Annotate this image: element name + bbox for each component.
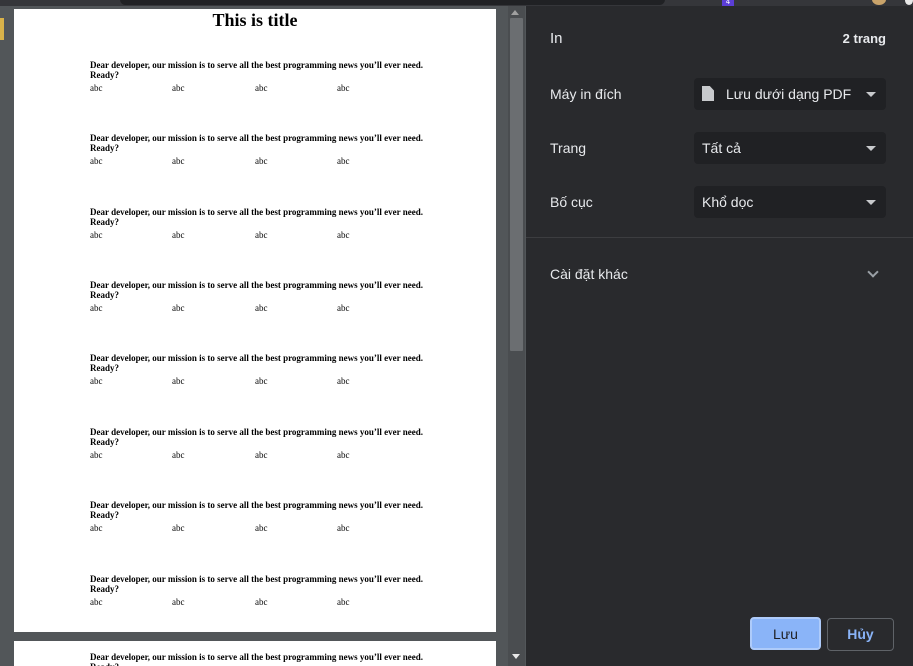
cell: abc: [90, 156, 103, 166]
message-text: Dear developer, our mission is to serve …: [90, 427, 423, 447]
pages-select[interactable]: Tất cả: [694, 132, 886, 164]
cell: abc: [255, 83, 268, 93]
content-block: Dear developer, our mission is to serve …: [90, 280, 430, 315]
cell: abc: [337, 156, 350, 166]
page-count: 2 trang: [842, 31, 886, 46]
divider: [526, 237, 913, 238]
cell: abc: [90, 376, 103, 386]
panel-title: In: [550, 30, 563, 47]
cell: abc: [90, 523, 103, 533]
layout-value: Khổ dọc: [702, 194, 754, 210]
more-settings-label: Cài đặt khác: [550, 266, 628, 282]
dropdown-caret-icon: [866, 200, 876, 205]
message-text: Dear developer, our mission is to serve …: [90, 353, 423, 373]
cell-row: abc abc abc abc: [90, 597, 430, 609]
cell: abc: [172, 523, 185, 533]
content-block: Dear developer, our mission is to serve …: [90, 500, 430, 535]
cell-row: abc abc abc abc: [90, 523, 430, 535]
cell: abc: [337, 83, 350, 93]
cell-row: abc abc abc abc: [90, 376, 430, 388]
message-text: Dear developer, our mission is to serve …: [90, 60, 423, 80]
cell: abc: [337, 523, 350, 533]
dropdown-caret-icon: [866, 146, 876, 151]
file-icon: [702, 86, 714, 101]
preview-page-2: Dear developer, our mission is to serve …: [14, 641, 496, 666]
scroll-down-arrow-icon[interactable]: [512, 654, 520, 659]
content-block: Dear developer, our mission is to serve …: [90, 427, 430, 462]
cell: abc: [255, 597, 268, 607]
content-block: Dear developer, our mission is to serve …: [90, 353, 430, 388]
cell: abc: [255, 156, 268, 166]
print-preview-area: This is title Dear developer, our missio…: [0, 6, 526, 666]
destination-select[interactable]: Lưu dưới dạng PDF: [694, 78, 886, 110]
pages-value: Tất cả: [702, 140, 741, 156]
cell-row: abc abc abc abc: [90, 450, 430, 462]
chevron-down-icon: [867, 266, 879, 278]
cell: abc: [172, 376, 185, 386]
preview-scrollbar[interactable]: [508, 6, 525, 666]
save-button[interactable]: Lưu: [750, 617, 821, 650]
content-block: Dear developer, our mission is to serve …: [90, 133, 430, 168]
message-text: Dear developer, our mission is to serve …: [90, 500, 423, 520]
cell: abc: [90, 230, 103, 240]
cell: abc: [255, 523, 268, 533]
document-title: This is title: [212, 10, 298, 30]
cell: abc: [255, 303, 268, 313]
message-text: Dear developer, our mission is to serve …: [90, 207, 423, 227]
layout-label: Bố cục: [550, 194, 593, 210]
cell: abc: [337, 450, 350, 460]
cell: abc: [337, 230, 350, 240]
cell: abc: [255, 450, 268, 460]
cancel-button[interactable]: Hủy: [827, 618, 894, 651]
cell-row: abc abc abc abc: [90, 230, 430, 242]
cell-row: abc abc abc abc: [90, 83, 430, 95]
message-text: Dear developer, our mission is to serve …: [90, 133, 423, 153]
scroll-up-arrow-icon[interactable]: [511, 10, 519, 15]
preview-page-1: This is title Dear developer, our missio…: [14, 9, 496, 632]
content-block: Dear developer, our mission is to serve …: [90, 652, 430, 666]
cell-row: abc abc abc abc: [90, 156, 430, 168]
cell: abc: [90, 83, 103, 93]
cell: abc: [90, 450, 103, 460]
cell: abc: [337, 303, 350, 313]
destination-label: Máy in đích: [550, 86, 622, 102]
cell: abc: [172, 156, 185, 166]
window-edge-accent: [0, 18, 4, 40]
cell: abc: [255, 376, 268, 386]
message-text: Dear developer, our mission is to serve …: [90, 280, 423, 300]
message-text: Dear developer, our mission is to serve …: [90, 574, 423, 594]
cell: abc: [90, 597, 103, 607]
cell: abc: [255, 230, 268, 240]
destination-value: Lưu dưới dạng PDF: [726, 86, 852, 102]
cell: abc: [172, 230, 185, 240]
menu-icon[interactable]: [905, 0, 913, 5]
layout-select[interactable]: Khổ dọc: [694, 186, 886, 218]
content-block: Dear developer, our mission is to serve …: [90, 207, 430, 242]
message-text: Dear developer, our mission is to serve …: [90, 652, 423, 666]
cell-row: abc abc abc abc: [90, 303, 430, 315]
content-block: Dear developer, our mission is to serve …: [90, 574, 430, 609]
dropdown-caret-icon: [866, 92, 876, 97]
profile-avatar[interactable]: [872, 0, 886, 5]
scroll-thumb[interactable]: [510, 18, 523, 351]
pages-label: Trang: [550, 140, 587, 156]
address-bar[interactable]: [120, 0, 665, 5]
cell: abc: [172, 303, 185, 313]
more-settings-toggle[interactable]: Cài đặt khác: [526, 256, 913, 292]
content-block: Dear developer, our mission is to serve …: [90, 60, 430, 95]
cell: abc: [337, 597, 350, 607]
cell: abc: [172, 597, 185, 607]
print-settings-panel: In 2 trang Máy in đích Lưu dưới dạng PDF…: [526, 6, 913, 666]
cell: abc: [172, 83, 185, 93]
cell: abc: [90, 303, 103, 313]
cell: abc: [337, 376, 350, 386]
cell: abc: [172, 450, 185, 460]
